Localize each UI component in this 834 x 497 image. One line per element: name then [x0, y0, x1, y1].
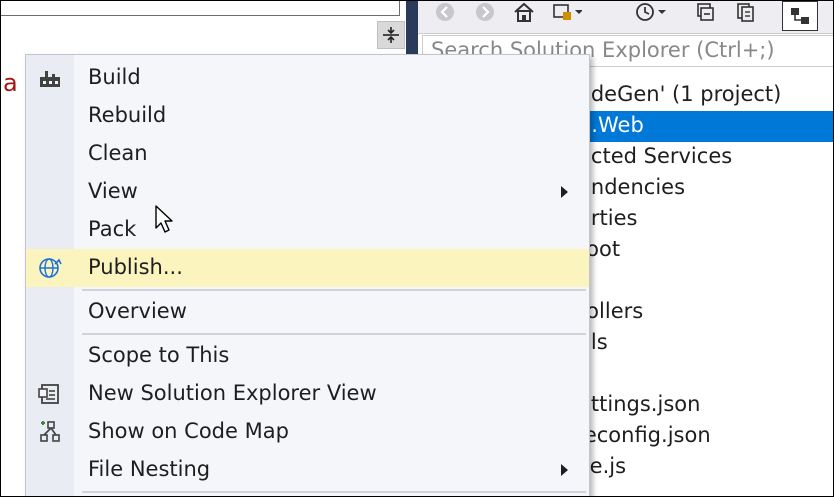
split-icon	[383, 27, 399, 43]
menu-item-label: Overview	[88, 299, 187, 323]
sync-with-active-document-button[interactable]	[782, 1, 818, 31]
pending-changes-filter-button[interactable]	[632, 1, 672, 23]
menu-item-show-on-code-map[interactable]: Show on Code Map	[26, 413, 589, 451]
submenu-arrow-icon	[561, 186, 568, 198]
code-map-icon	[38, 421, 62, 443]
switch-views-icon	[553, 4, 582, 20]
menu-item-clean[interactable]: Clean	[26, 135, 589, 173]
show-all-files-button[interactable]	[732, 1, 758, 23]
window-frame: a Search Solution Explorer (Ctrl+;) odeG…	[0, 0, 834, 497]
menu-item-label: Pack	[88, 217, 137, 241]
publish-globe-icon	[38, 257, 62, 279]
menu-item-scope-to-this[interactable]: Scope to This	[26, 337, 589, 375]
switch-views-button[interactable]	[550, 1, 584, 23]
home-button[interactable]	[510, 1, 538, 23]
split-editor-button[interactable]	[377, 21, 405, 49]
menu-item-label: Rebuild	[88, 103, 167, 127]
menu-item-publish[interactable]: Publish...	[26, 249, 589, 287]
new-solution-explorer-view-icon	[38, 383, 62, 405]
context-menu: Build Rebuild Clean View Pack Publish...…	[25, 54, 590, 496]
solution-explorer-toolbar	[418, 1, 833, 34]
forward-button[interactable]	[472, 1, 498, 23]
menu-item-file-nesting[interactable]: File Nesting	[26, 451, 589, 489]
menu-item-label: Build	[88, 65, 141, 89]
sync-icon	[791, 8, 809, 24]
forward-arrow-icon	[476, 3, 494, 21]
menu-item-label: Scope to This	[88, 343, 230, 367]
clock-icon	[636, 3, 666, 21]
menu-item-pack[interactable]: Pack	[26, 211, 589, 249]
menu-item-label: New Solution Explorer View	[88, 381, 377, 405]
editor-text: a	[3, 69, 18, 97]
menu-item-build[interactable]: Build	[26, 59, 589, 97]
collapse-all-icon	[697, 3, 714, 21]
build-icon	[38, 67, 62, 89]
menu-item-rebuild[interactable]: Rebuild	[26, 97, 589, 135]
show-all-files-icon	[737, 3, 754, 22]
menu-item-label: File Nesting	[88, 457, 211, 481]
menu-separator	[82, 333, 586, 335]
back-button[interactable]	[432, 1, 458, 23]
editor-top-field[interactable]	[1, 1, 400, 16]
menu-item-overview[interactable]: Overview	[26, 293, 589, 331]
menu-separator	[82, 491, 586, 493]
back-arrow-icon	[436, 3, 454, 21]
menu-item-label: View	[88, 179, 138, 203]
menu-item-label: Publish...	[88, 255, 183, 279]
menu-item-label: Clean	[88, 141, 148, 165]
menu-separator	[82, 289, 586, 291]
collapse-all-button[interactable]	[692, 1, 718, 23]
menu-item-new-solution-explorer-view[interactable]: New Solution Explorer View	[26, 375, 589, 413]
submenu-arrow-icon	[561, 464, 568, 476]
home-icon	[514, 2, 534, 22]
menu-item-view[interactable]: View	[26, 173, 589, 211]
menu-item-label: Show on Code Map	[88, 419, 289, 443]
mouse-cursor-icon	[155, 205, 173, 233]
